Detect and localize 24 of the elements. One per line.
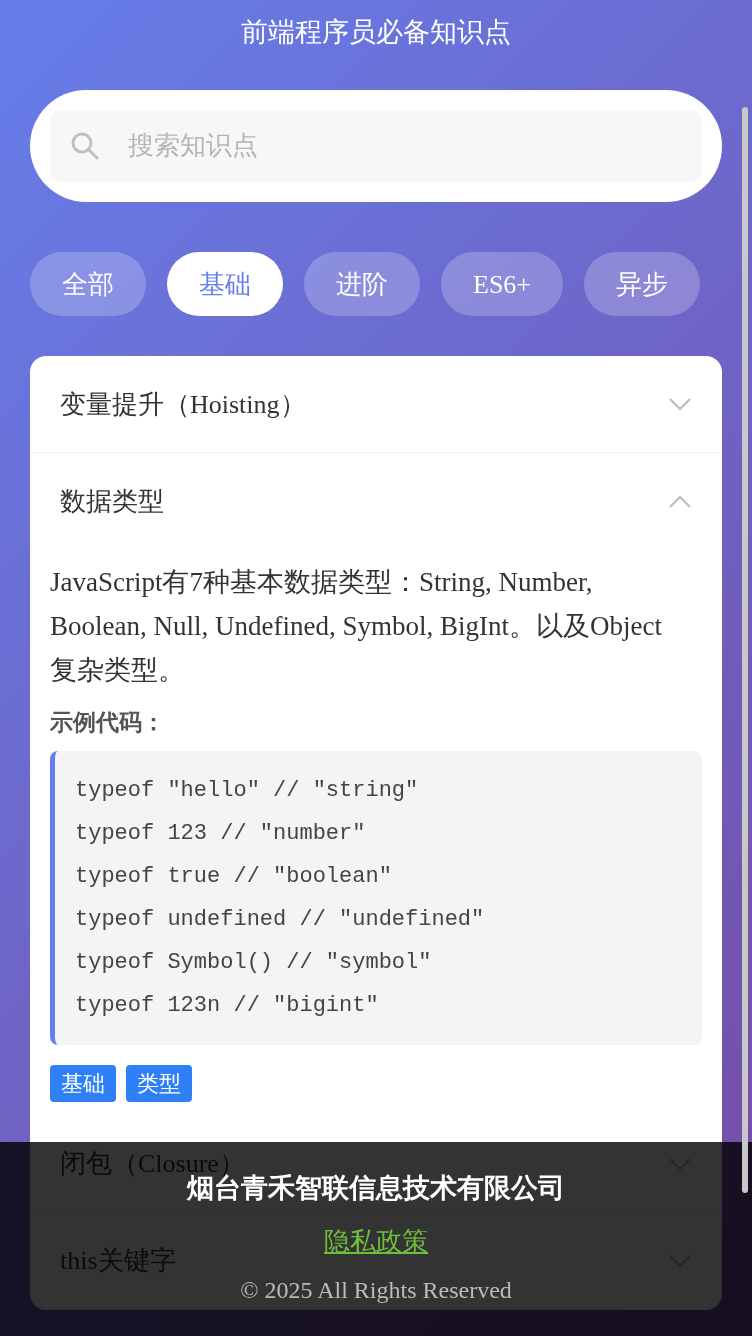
privacy-link[interactable]: 隐私政策 <box>324 1224 428 1260</box>
category-tab[interactable]: 基础 <box>167 252 283 316</box>
copyright-text: © 2025 All Rights Reserved <box>240 1276 512 1305</box>
category-tab[interactable]: 进阶 <box>304 252 420 316</box>
code-line: typeof true // "boolean" <box>75 862 393 891</box>
code-line: typeof 123 // "number" <box>75 819 367 848</box>
code-line: typeof 123n // "bigint" <box>75 991 380 1020</box>
scrollbar[interactable] <box>742 107 748 1193</box>
code-line: typeof "hello" // "string" <box>75 776 420 805</box>
tag: 基础 <box>50 1064 116 1102</box>
chevron-icon[interactable] <box>666 395 694 413</box>
category-tab[interactable]: ES6+ <box>441 252 563 316</box>
page-title: 前端程序员必备知识点 <box>241 16 511 49</box>
example-label: 示例代码： <box>50 709 165 737</box>
search-icon <box>70 131 100 161</box>
item-title[interactable]: 数据类型 <box>60 482 164 521</box>
category-tab[interactable]: 异步 <box>584 252 700 316</box>
item-title[interactable]: 变量提升（Hoisting） <box>60 384 306 424</box>
code-line: typeof undefined // "undefined" <box>75 905 486 934</box>
category-tab[interactable]: 全部 <box>30 252 146 316</box>
code-line: typeof Symbol() // "symbol" <box>75 948 433 977</box>
description-text: JavaScript有7种基本数据类型：String, Number, Boolean, Null, Undefined, Symbol, BigInt。以及Object复杂类型。 <box>50 566 663 687</box>
search-field[interactable]: 搜索知识点 <box>50 110 702 182</box>
tag: 类型 <box>126 1064 192 1102</box>
